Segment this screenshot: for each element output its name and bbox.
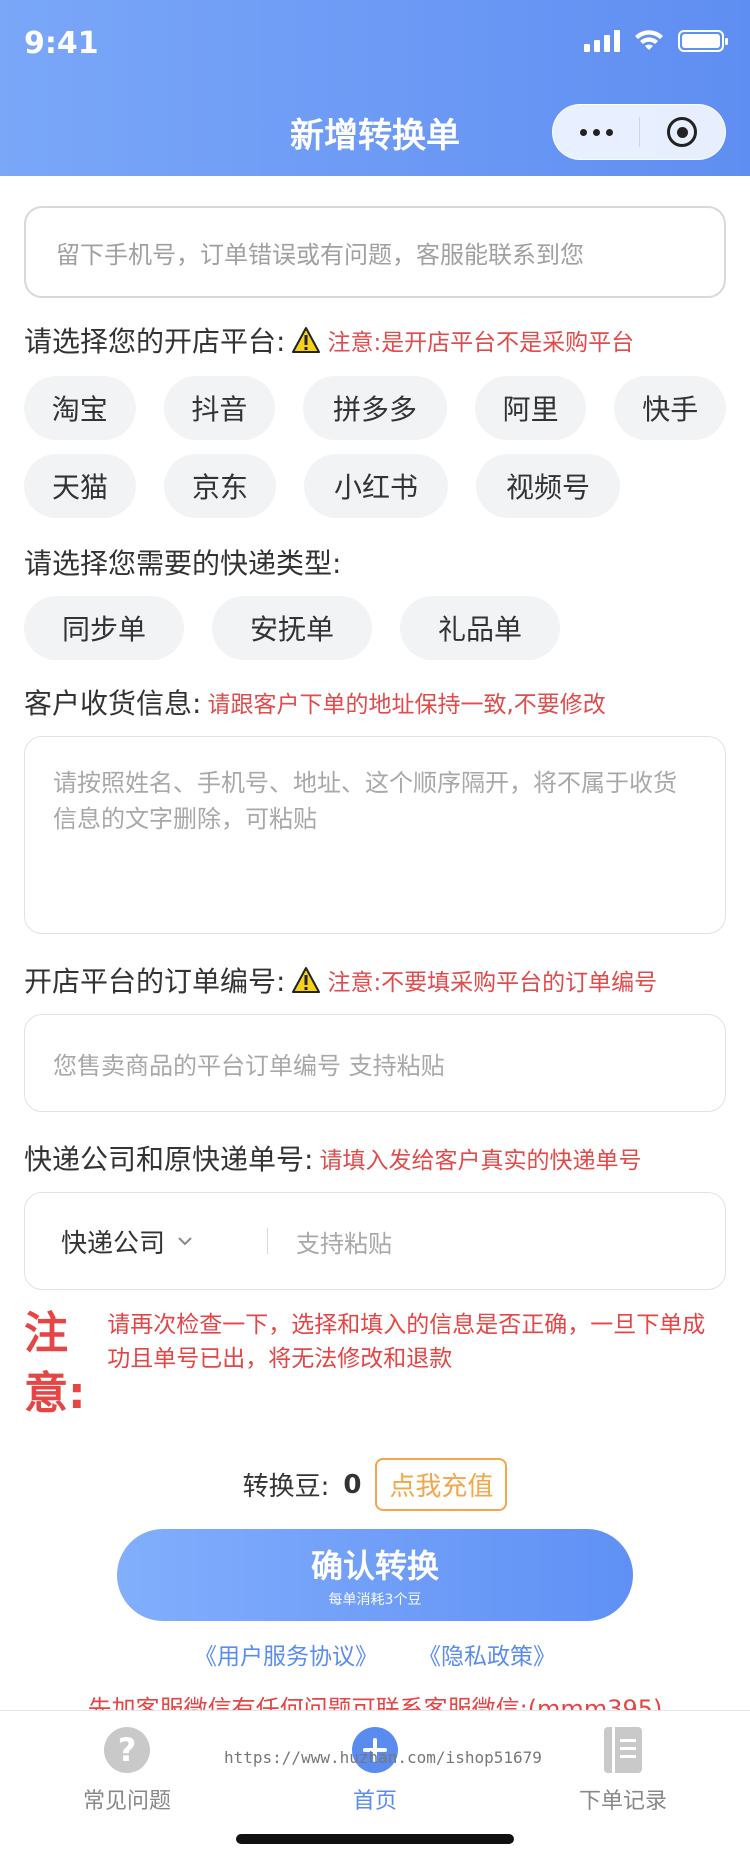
battery-icon <box>678 30 728 52</box>
confirm-label: 确认转换 <box>310 1547 439 1585</box>
express-section: 快递公司和原快递单号: 请填入发给客户真实的快递单号 <box>24 1138 726 1178</box>
platform-option-taobao[interactable]: 淘宝 <box>24 376 136 440</box>
privacy-policy-link[interactable]: 《隐私政策》 <box>418 1637 556 1671</box>
attention-text: 请再次检查一下，选择和填入的信息是否正确，一旦下单成功且单号已出，将无法修改和退… <box>107 1312 706 1372</box>
warning-icon <box>292 327 321 353</box>
order-no-note: 注意:不要填采购平台的订单编号 <box>327 970 658 996</box>
attention-block: 注意: 请再次检查一下，选择和填入的信息是否正确，一旦下单成功且单号已出，将无法… <box>24 1304 726 1424</box>
platform-option-tmall[interactable]: 天猫 <box>24 454 136 518</box>
platform-option-jd[interactable]: 京东 <box>164 454 276 518</box>
tab-faq[interactable]: ? 常见问题 <box>52 1727 202 1815</box>
receiver-section: 客户收货信息: 请跟客户下单的地址保持一致,不要修改 <box>24 682 726 722</box>
platform-options-row-2: 天猫 京东 小红书 视频号 <box>24 454 726 518</box>
tab-records-label: 下单记录 <box>578 1789 667 1814</box>
wifi-icon <box>635 30 663 50</box>
tab-bar: ? 常见问题 首页 下单记录 <box>0 1710 750 1872</box>
warning-icon <box>292 967 321 993</box>
close-target-icon[interactable] <box>640 117 725 147</box>
tab-records[interactable]: 下单记录 <box>548 1727 698 1815</box>
receiver-textarea[interactable]: 请按照姓名、手机号、地址、这个顺序隔开，将不属于收货信息的文字删除，可粘贴 <box>24 736 726 934</box>
confirm-sub-label: 每单消耗3个豆 <box>328 1592 422 1608</box>
platform-option-xiaohongshu[interactable]: 小红书 <box>304 454 448 518</box>
express-number-placeholder: 支持粘贴 <box>296 1229 392 1258</box>
platform-section: 请选择您的开店平台: 注意:是开店平台不是采购平台 <box>24 320 726 360</box>
chevron-down-icon <box>178 1237 192 1246</box>
recharge-button[interactable]: 点我充值 <box>375 1458 508 1511</box>
status-bar: 9:41 <box>0 0 750 90</box>
form-content: 留下手机号，订单错误或有问题，客服能联系到您 请选择您的开店平台: 注意:是开店… <box>24 206 727 1724</box>
express-type-section: 请选择您需要的快递类型: <box>24 542 726 582</box>
platform-option-ali[interactable]: 阿里 <box>474 376 587 440</box>
platform-option-shipinhao[interactable]: 视频号 <box>476 454 620 518</box>
express-company-label: 快递公司 <box>61 1228 166 1259</box>
express-type-comfort[interactable]: 安抚单 <box>212 596 372 660</box>
express-label: 快递公司和原快递单号: <box>24 1143 314 1176</box>
platform-note: 注意:是开店平台不是采购平台 <box>327 330 635 356</box>
express-input-group: 快递公司 支持粘贴 <box>24 1192 726 1290</box>
tab-faq-label: 常见问题 <box>82 1789 171 1814</box>
order-no-placeholder: 您售卖商品的平台订单编号 支持粘贴 <box>53 1051 445 1080</box>
mini-program-capsule <box>552 104 726 160</box>
platform-option-kuaishou[interactable]: 快手 <box>614 376 727 440</box>
express-type-sync[interactable]: 同步单 <box>24 596 184 660</box>
express-type-gift[interactable]: 礼品单 <box>400 596 560 660</box>
tab-home-label: 首页 <box>352 1789 397 1814</box>
watermark-text: https://www.huzhan.com/ishop51679 <box>224 1748 542 1767</box>
platform-option-douyin[interactable]: 抖音 <box>163 376 276 440</box>
tab-home[interactable]: 首页 <box>300 1727 450 1815</box>
receiver-note: 请跟客户下单的地址保持一致,不要修改 <box>207 692 606 718</box>
platform-options-row-1: 淘宝 抖音 拼多多 阿里 快手 <box>24 376 727 440</box>
phone-input-placeholder: 留下手机号，订单错误或有问题，客服能联系到您 <box>56 240 584 269</box>
express-note: 请填入发给客户真实的快递单号 <box>319 1148 642 1174</box>
records-book-icon <box>604 1727 642 1773</box>
confirm-button[interactable]: 确认转换 每单消耗3个豆 <box>117 1529 633 1621</box>
signal-icon <box>584 30 620 52</box>
express-type-label: 请选择您需要的快递类型: <box>24 547 342 580</box>
order-no-input[interactable]: 您售卖商品的平台订单编号 支持粘贴 <box>24 1014 726 1112</box>
order-no-label: 开店平台的订单编号: <box>24 965 286 998</box>
platform-label: 请选择您的开店平台: <box>24 325 286 358</box>
express-number-input[interactable]: 支持粘贴 <box>268 1224 392 1259</box>
status-icons <box>584 30 728 52</box>
platform-option-pinduoduo[interactable]: 拼多多 <box>303 376 447 440</box>
receiver-label: 客户收货信息: <box>24 687 202 720</box>
more-icon[interactable] <box>553 128 639 136</box>
receiver-placeholder: 请按照姓名、手机号、地址、这个顺序隔开，将不属于收货信息的文字删除，可粘贴 <box>53 769 677 833</box>
express-type-options: 同步单 安抚单 礼品单 <box>24 596 726 660</box>
beans-label: 转换豆: <box>242 1472 330 1502</box>
nav-header: 9:41 新增转换单 <box>0 0 750 176</box>
beans-row: 转换豆: 0 点我充值 <box>24 1458 726 1511</box>
order-no-section: 开店平台的订单编号: 注意:不要填采购平台的订单编号 <box>24 960 726 1000</box>
phone-input[interactable]: 留下手机号，订单错误或有问题，客服能联系到您 <box>24 206 726 298</box>
agreement-links: 《用户服务协议》 《隐私政策》 <box>24 1637 726 1671</box>
question-icon: ? <box>104 1727 150 1773</box>
attention-title: 注意: <box>24 1308 86 1419</box>
status-time: 9:41 <box>24 26 99 61</box>
user-agreement-link[interactable]: 《用户服务协议》 <box>194 1637 378 1671</box>
express-company-select[interactable]: 快递公司 <box>25 1223 267 1260</box>
home-indicator <box>236 1834 514 1844</box>
beans-count: 0 <box>343 1469 362 1500</box>
